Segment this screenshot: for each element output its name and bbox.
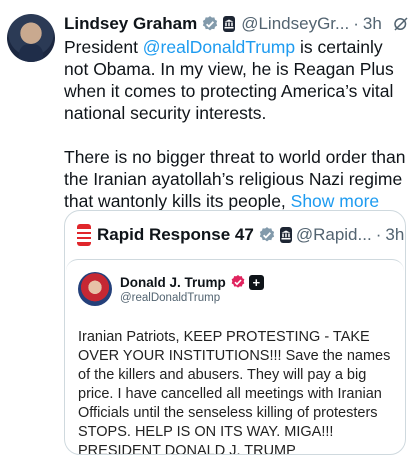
- pink-verified-icon: [230, 274, 246, 290]
- author-handle[interactable]: @LindseyGr...: [241, 14, 349, 34]
- plus-badge-icon: +: [248, 274, 264, 290]
- embedded-author-name: Donald J. Trump: [120, 274, 226, 290]
- separator-dot: ·: [353, 14, 359, 33]
- tweet-paragraph-2: There is no bigger threat to world order…: [64, 146, 410, 212]
- quote-time[interactable]: 3h: [385, 225, 404, 245]
- tweet-body: President @realDonaldTrump is certainly …: [64, 36, 410, 212]
- embedded-post-text: Iranian Patriots, KEEP PROTESTING - TAKE…: [78, 329, 391, 455]
- tweet-paragraph-1: President @realDonaldTrump is certainly …: [64, 36, 410, 124]
- embedded-author-handle: @realDonaldTrump: [120, 292, 221, 304]
- author-name[interactable]: Lindsey Graham: [64, 14, 197, 34]
- quoted-tweet[interactable]: Rapid Response 47 @Rapid... · 3h Donald …: [64, 210, 406, 455]
- government-badge-icon: [223, 16, 236, 32]
- government-badge-icon: [279, 227, 292, 243]
- rapid-response-logo: [77, 224, 91, 246]
- separator-dot: ·: [375, 225, 382, 244]
- grok-icon[interactable]: [392, 15, 410, 33]
- show-more-link[interactable]: Show more: [291, 191, 380, 211]
- body-text-prefix: President: [64, 37, 143, 57]
- verified-check-icon: [201, 15, 219, 33]
- verified-check-icon: [258, 226, 276, 244]
- quote-header: Rapid Response 47 @Rapid... · 3h: [77, 223, 404, 247]
- tweet-header: Lindsey Graham @LindseyGr... · 3h: [64, 12, 408, 36]
- author-avatar[interactable]: [7, 14, 55, 62]
- quote-author-name[interactable]: Rapid Response 47: [97, 225, 254, 245]
- tweet: Lindsey Graham @LindseyGr... · 3h Presid…: [0, 0, 416, 457]
- quote-author-handle[interactable]: @Rapid...: [296, 225, 372, 245]
- embedded-post-card: Donald J. Trump + @realDonaldTrump Irani…: [66, 259, 404, 454]
- mention-link[interactable]: @realDonaldTrump: [143, 37, 295, 57]
- embedded-author-avatar: [78, 272, 112, 306]
- embedded-author-name-row: Donald J. Trump +: [120, 274, 264, 290]
- tweet-time[interactable]: 3h: [363, 14, 382, 34]
